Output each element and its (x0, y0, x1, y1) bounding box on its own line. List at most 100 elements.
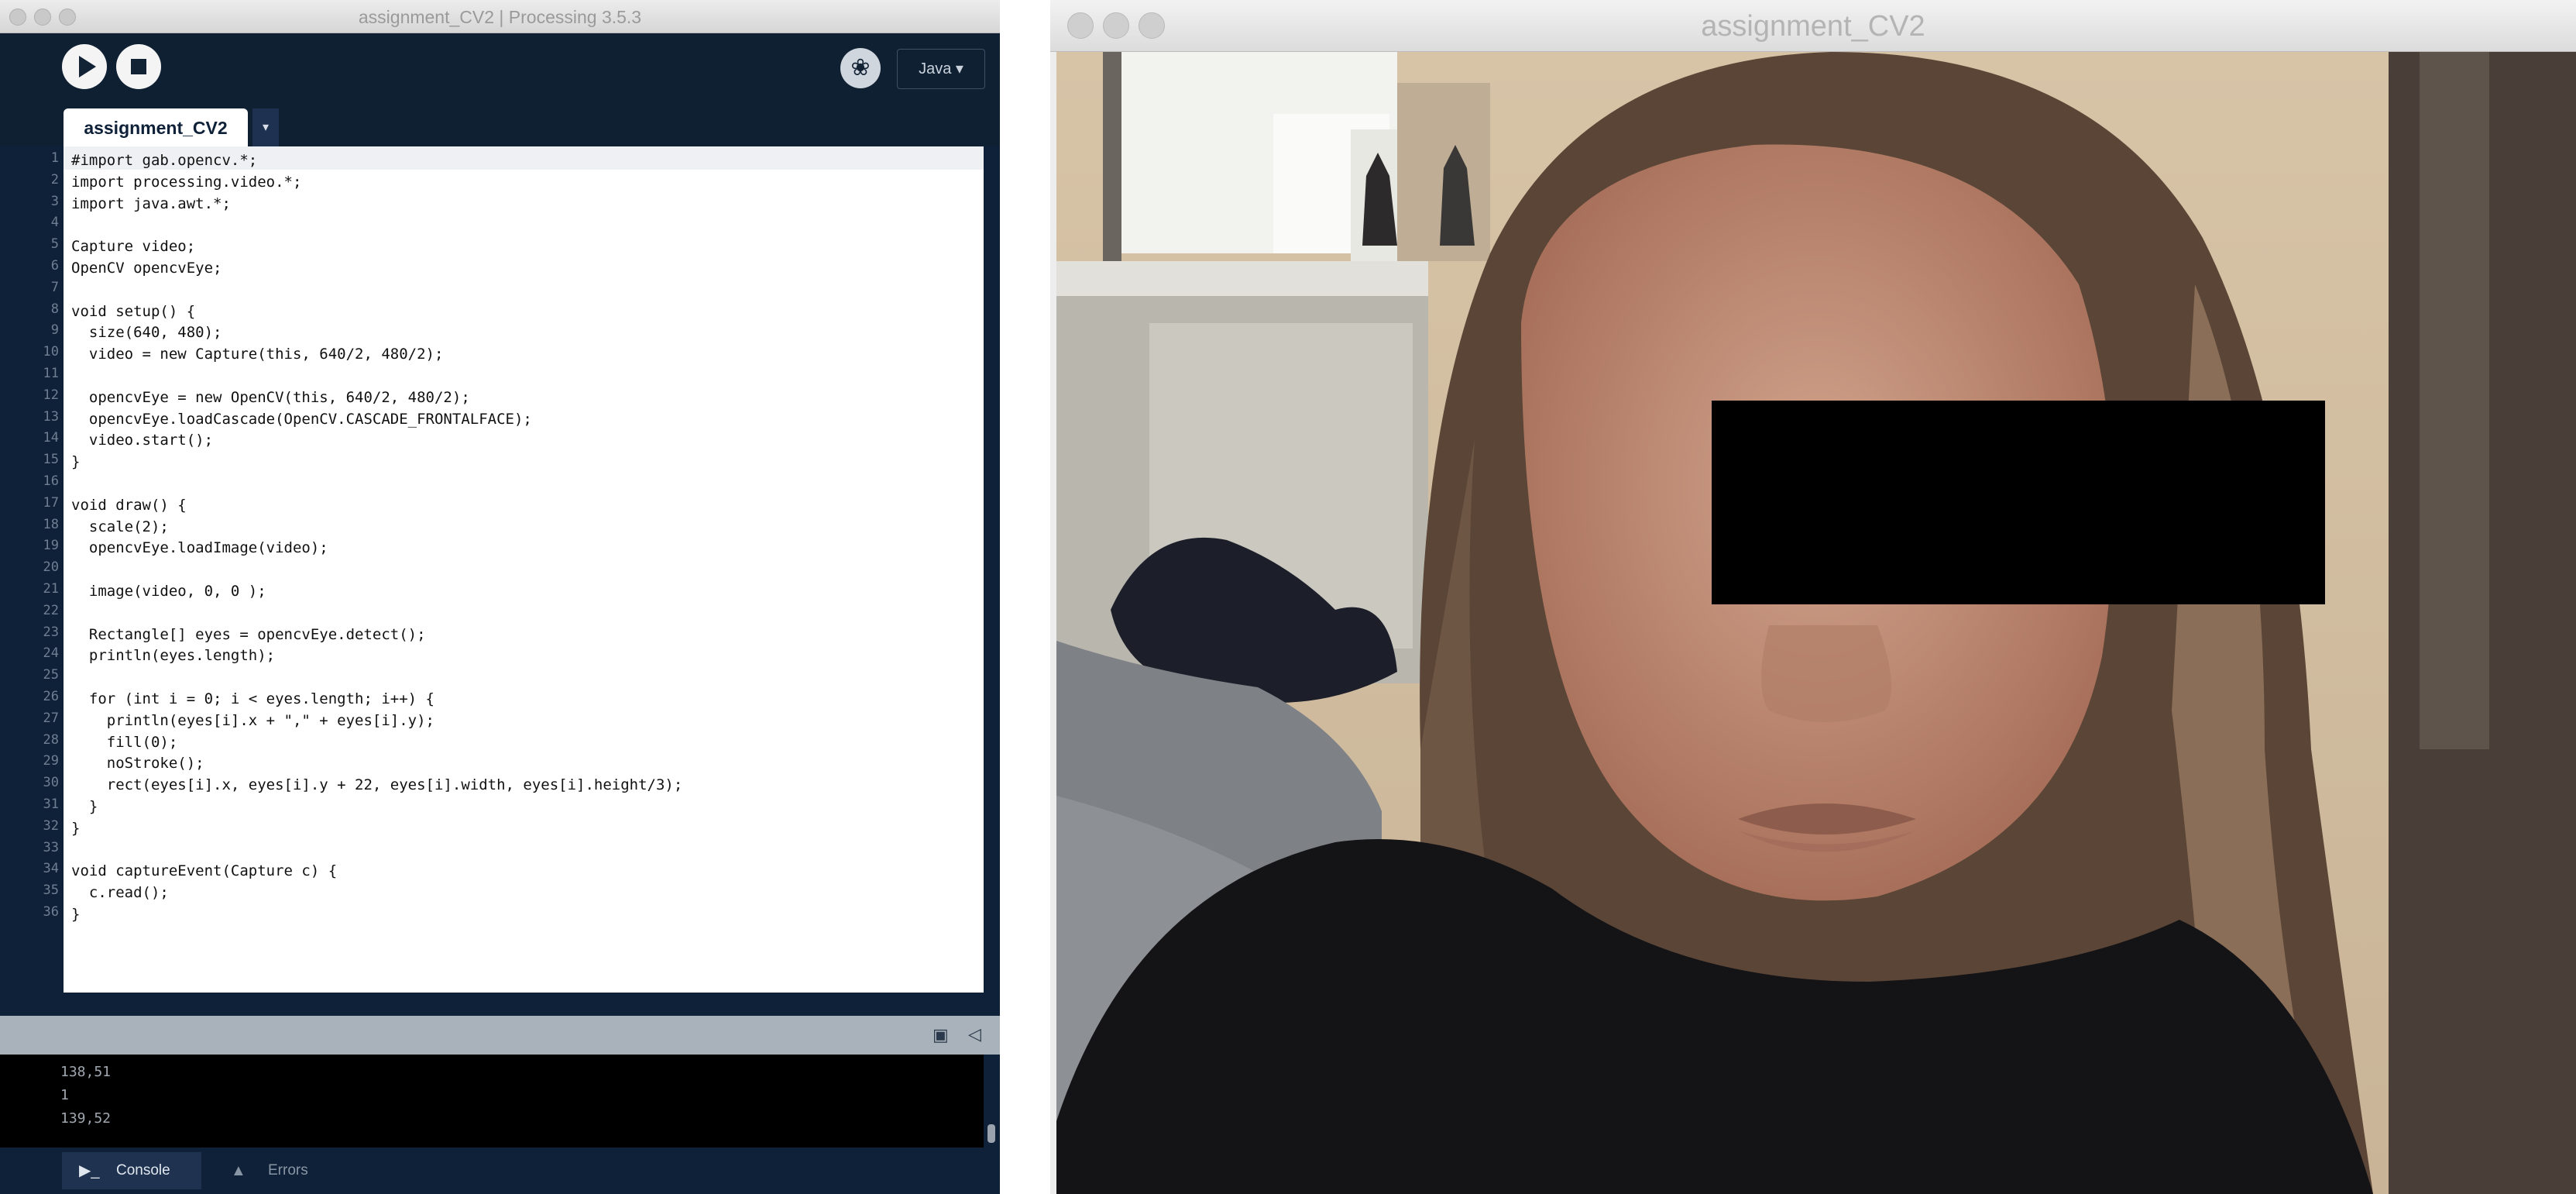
line-number: 10 (43, 344, 59, 360)
line-number: 20 (43, 559, 59, 576)
code-line: rect(eyes[i].x, eyes[i].y + 22, eyes[i].… (71, 776, 683, 794)
line-number: 13 (43, 408, 59, 425)
line-number: 22 (43, 602, 59, 618)
line-number: 2 (50, 171, 59, 188)
line-number-gutter: 1 2 3 4 5 6 7 8 9 10 11 12 13 14 15 16 17 18 19 20 21 22 23 24 2… (0, 146, 64, 993)
console-icon: ▶_ (79, 1162, 100, 1179)
line-number: 6 (50, 258, 59, 274)
line-number: 19 (43, 538, 59, 554)
ide-window-title: assignment_CV2 | Processing 3.5.3 (358, 7, 642, 27)
line-number: 15 (43, 452, 59, 468)
stop-button[interactable] (116, 44, 161, 89)
eye-censor-rectangle (1712, 401, 2325, 604)
line-number: 8 (50, 301, 59, 317)
stop-icon (131, 59, 146, 74)
line-number: 21 (43, 581, 59, 597)
collapse-console-icon[interactable]: ◁ (968, 1024, 981, 1044)
sketch-tab-bar: assignment_CV2 ▾ (0, 102, 1000, 147)
line-number: 3 (50, 193, 59, 209)
code-line: } (71, 906, 81, 923)
line-number: 12 (43, 387, 59, 403)
line-number: 23 (43, 624, 59, 640)
code-line: video = new Capture(this, 640/2, 480/2); (71, 346, 444, 363)
code-line: scale(2); (71, 518, 169, 535)
code-editor[interactable]: #import gab.opencv.*; import processing.v… (64, 146, 984, 993)
errors-tab-label: Errors (268, 1162, 308, 1179)
line-number: 26 (43, 689, 59, 704)
code-line: void captureEvent(Capture c) { (71, 862, 338, 880)
line-number: 25 (43, 667, 59, 683)
warning-icon: ▲ (231, 1162, 246, 1179)
code-line: void setup() { (71, 302, 196, 320)
code-line: c.read(); (71, 884, 169, 902)
line-number: 34 (43, 861, 59, 877)
code-line: println(eyes.length); (71, 647, 276, 665)
code-line: println(eyes[i].x + "," + eyes[i].y); (71, 711, 434, 729)
line-number: 27 (43, 710, 59, 726)
code-line: opencvEye = new OpenCV(this, 640/2, 480/… (71, 388, 470, 406)
line-number: 17 (43, 494, 59, 511)
line-number: 32 (43, 817, 59, 834)
code-line: opencvEye.loadImage(video); (71, 539, 328, 557)
console-line: 1 (60, 1087, 69, 1103)
code-line: } (71, 453, 81, 471)
code-line: OpenCV opencvEye; (71, 260, 222, 277)
line-number: 4 (50, 215, 59, 231)
console-tab[interactable]: ▶_ Console (62, 1152, 201, 1189)
code-line: video.start(); (71, 432, 214, 449)
line-number: 14 (43, 430, 59, 446)
line-number: 7 (50, 279, 59, 295)
mode-selector[interactable]: Java ▾ (897, 49, 985, 89)
errors-tab[interactable]: ▲ Errors (214, 1152, 345, 1189)
sketch-window-title: assignment_CV2 (1701, 10, 1925, 43)
line-number: 36 (43, 904, 59, 920)
code-line: image(video, 0, 0 ); (71, 583, 266, 600)
code-line: import processing.video.*; (71, 173, 302, 191)
line-number: 30 (43, 775, 59, 791)
code-line: fill(0); (71, 733, 178, 751)
editor-scrollbar[interactable] (984, 146, 1000, 993)
console-scroll-thumb[interactable] (987, 1124, 995, 1143)
console-divider[interactable]: ▣ ◁ (0, 1016, 1000, 1055)
processing-ide-window: assignment_CV2 | Processing 3.5.3 ❀ Java… (0, 0, 1000, 1194)
line-number: 33 (43, 839, 59, 855)
console-tab-label: Console (116, 1162, 170, 1179)
code-line: import java.awt.*; (71, 194, 231, 212)
code-line: Rectangle[] eyes = opencvEye.detect(); (71, 625, 426, 643)
line-number: 28 (43, 731, 59, 748)
line-number: 31 (43, 797, 59, 812)
line-number: 16 (43, 473, 59, 489)
line-number: 1 (50, 150, 59, 166)
line-number: 29 (43, 753, 59, 769)
debugger-button[interactable]: ❀ (840, 48, 881, 88)
copy-icon[interactable]: ▣ (933, 1025, 949, 1045)
webcam-frame (1056, 52, 2576, 1194)
code-line: opencvEye.loadCascade(OpenCV.CASCADE_FRO… (71, 410, 532, 428)
code-line: noStroke(); (71, 755, 204, 772)
code-line: #import gab.opencv.*; (71, 152, 258, 169)
code-line: } (71, 819, 81, 837)
code-line: void draw() { (71, 496, 187, 514)
code-line: } (71, 798, 98, 815)
run-button[interactable] (62, 44, 107, 89)
code-line: for (int i = 0; i < eyes.length; i++) { (71, 690, 434, 707)
ide-toolbar: ❀ Java ▾ (0, 33, 1000, 102)
line-number: 11 (43, 366, 59, 381)
line-number: 18 (43, 516, 59, 532)
footer-tabs: ▶_ Console ▲ Errors (0, 1148, 1000, 1194)
sketch-titlebar: assignment_CV2 (1050, 0, 2576, 52)
webcam-canvas (1056, 52, 2576, 1194)
console-scrollbar[interactable] (984, 1055, 1000, 1148)
console-line: 139,52 (60, 1110, 112, 1127)
code-line: size(640, 480); (71, 324, 222, 342)
debugger-icon: ❀ (850, 55, 871, 81)
line-number: 5 (50, 236, 59, 253)
play-icon (79, 56, 96, 77)
console-line: 138,51 (60, 1064, 112, 1080)
tab-menu-button[interactable]: ▾ (252, 108, 279, 147)
sketch-output-window: assignment_CV2 (1050, 0, 2576, 1194)
line-number: 24 (43, 645, 59, 662)
line-number: 35 (43, 883, 59, 899)
tab-assignment-cv2[interactable]: assignment_CV2 (64, 108, 248, 147)
console-output: 138,51 1 139,52 (0, 1055, 984, 1148)
